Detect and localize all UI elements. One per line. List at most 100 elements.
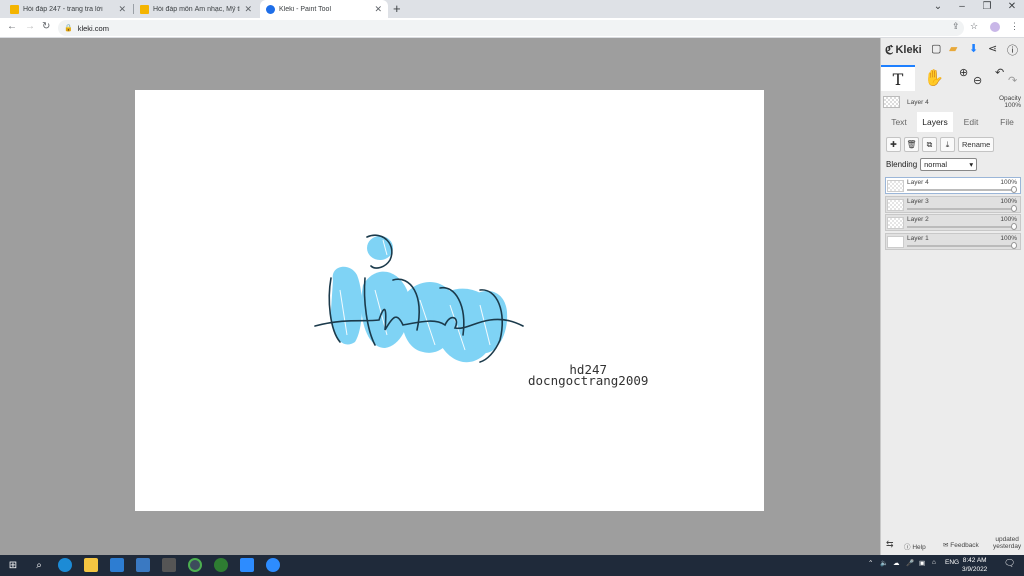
tab-edit[interactable]: Edit xyxy=(953,112,989,132)
layer-opacity-slider[interactable] xyxy=(907,223,1017,231)
close-icon[interactable]: ✕ xyxy=(118,4,126,15)
rename-layer-button[interactable]: Rename xyxy=(958,137,995,152)
layer-item[interactable]: Layer 2 100% xyxy=(885,214,1021,232)
new-tab-button[interactable]: + xyxy=(393,1,401,16)
share-icon[interactable]: ⋖ xyxy=(988,42,997,55)
opacity-value: 100% xyxy=(1004,102,1021,109)
text-tool-button[interactable]: T xyxy=(881,65,915,91)
tray-chevron-icon[interactable]: ⌃ xyxy=(868,559,873,567)
tab-kleki[interactable]: Kleki - Paint Tool ✕ xyxy=(260,0,388,18)
tab-text[interactable]: Text xyxy=(881,112,917,132)
tab-layers[interactable]: Layers xyxy=(917,112,953,132)
hoidap-favicon-icon xyxy=(140,4,149,14)
delete-layer-button[interactable]: 🗑 xyxy=(904,137,919,152)
chrome-profile-icon[interactable] xyxy=(214,558,228,572)
bookmark-star-icon[interactable]: ☆ xyxy=(970,21,978,32)
layer-item[interactable]: Layer 1 100% xyxy=(885,232,1021,250)
tab-hoidap-amnhac[interactable]: Hỏi đáp môn Âm nhạc, Mỹ thuật ✕ xyxy=(134,0,258,18)
add-layer-button[interactable]: ✚ xyxy=(886,137,901,152)
panel-tabs: Text Layers Edit File xyxy=(881,112,1024,132)
signature-line2: docngoctrang2009 xyxy=(528,373,649,388)
layer-name: Layer 2 xyxy=(907,216,929,224)
duplicate-icon: ⧉ xyxy=(926,139,933,149)
new-image-icon[interactable]: ▢ xyxy=(931,42,941,55)
open-folder-icon[interactable]: ▰ xyxy=(949,42,957,55)
redo-icon[interactable]: ↷ xyxy=(1008,74,1017,87)
minimize-icon[interactable]: – xyxy=(950,1,974,12)
layer-opacity-slider[interactable] xyxy=(907,241,1017,249)
feedback-icon: ✉ xyxy=(943,542,949,549)
file-explorer-icon[interactable] xyxy=(84,558,98,572)
menu-dots-icon[interactable]: ⋮ xyxy=(1010,21,1019,32)
notification-icon[interactable]: 🗨 xyxy=(1004,558,1015,569)
search-icon[interactable]: ⌕ xyxy=(32,558,46,572)
layer-name: Layer 3 xyxy=(907,197,929,205)
slider-knob[interactable] xyxy=(1011,223,1017,231)
slider-knob[interactable] xyxy=(1011,186,1017,193)
opacity-label: Opacity xyxy=(998,95,1021,102)
close-icon[interactable]: ✕ xyxy=(244,4,252,15)
kleki-logo-icon: ℭ xyxy=(885,43,894,57)
slider-knob[interactable] xyxy=(1011,204,1017,212)
address-bar[interactable]: 🔒 kleki.com xyxy=(58,20,964,36)
zoom-out-icon[interactable]: ⊖ xyxy=(973,74,982,87)
edge-icon[interactable] xyxy=(58,558,72,572)
chrome-icon[interactable] xyxy=(188,558,202,572)
hand-tool-button[interactable]: ✋ xyxy=(917,65,951,91)
back-icon[interactable]: ← xyxy=(7,21,17,32)
restore-icon[interactable]: ❐ xyxy=(975,1,999,12)
taskbar-clock[interactable]: 8:42 AM 3/9/2022 xyxy=(962,557,987,574)
windows-start-icon[interactable]: ⊞ xyxy=(6,558,20,572)
language-indicator[interactable]: ENG xyxy=(945,559,959,566)
feedback-label: Feedback xyxy=(950,542,979,549)
url-text: kleki.com xyxy=(77,23,109,33)
mail-icon[interactable] xyxy=(136,558,150,572)
layer-opacity-slider[interactable] xyxy=(907,204,1017,212)
layer-opacity-slider[interactable] xyxy=(907,186,1017,193)
blending-value: normal xyxy=(924,160,948,169)
tab-hoidap247[interactable]: Hỏi đáp 247 - trang tra lời ✕ xyxy=(4,0,132,18)
blending-select[interactable]: normal ▾ xyxy=(920,158,978,171)
help-label: Help xyxy=(912,544,926,551)
close-window-icon[interactable]: ✕ xyxy=(1000,1,1024,12)
layer-item[interactable]: Layer 3 100% xyxy=(885,195,1021,213)
undo-icon[interactable]: ↶ xyxy=(995,66,1004,79)
layer-item[interactable]: Layer 4 100% xyxy=(885,177,1021,194)
layer-tools: ✚ 🗑 ⧉ ⤓ Rename xyxy=(886,137,995,152)
slider-knob[interactable] xyxy=(1011,241,1017,249)
chevron-down-icon: ▾ xyxy=(969,160,974,169)
store-icon[interactable] xyxy=(110,558,124,572)
duplicate-layer-button[interactable]: ⧉ xyxy=(922,137,937,152)
tab-search-icon[interactable]: ⌄ xyxy=(926,1,950,12)
microphone-icon[interactable]: 🎤 xyxy=(906,559,914,567)
swap-side-icon[interactable]: ⇆ xyxy=(886,539,894,550)
antivirus-icon[interactable]: ▣ xyxy=(919,559,925,567)
drawing-canvas[interactable]: hd247 docngoctrang2009 xyxy=(135,90,764,511)
volume-icon[interactable]: 🔈 xyxy=(880,559,888,567)
layer-thumbnail xyxy=(887,198,904,211)
close-icon[interactable]: ✕ xyxy=(374,4,382,15)
canvas-workspace[interactable]: hd247 docngoctrang2009 xyxy=(0,38,880,555)
download-icon[interactable]: ⬇ xyxy=(969,42,978,55)
zoom-in-icon[interactable]: ⊕ xyxy=(959,66,968,79)
help-button[interactable]: ⓘ Help xyxy=(904,541,926,551)
merge-down-icon: ⤓ xyxy=(945,139,950,149)
share-icon[interactable]: ⇪ xyxy=(952,21,960,32)
network-icon[interactable]: ⌂ xyxy=(932,559,936,566)
forward-icon[interactable]: → xyxy=(25,21,35,32)
text-tool-icon: T xyxy=(892,69,904,89)
tab-title: Hỏi đáp môn Âm nhạc, Mỹ thuật xyxy=(153,5,240,13)
zoom-app-icon[interactable] xyxy=(240,558,254,572)
merge-layer-button[interactable]: ⤓ xyxy=(940,137,955,152)
zalo-icon[interactable] xyxy=(266,558,280,572)
profile-avatar[interactable] xyxy=(990,22,1000,32)
browser-toolbar: ← → ↻ 🔒 kleki.com ⇪ ☆ ⋮ xyxy=(0,18,1024,38)
panel-footer: ⇆ ⓘ Help ✉ Feedback updated yesterday xyxy=(881,535,1024,555)
reload-icon[interactable]: ↻ xyxy=(42,21,50,32)
onedrive-icon[interactable]: ☁ xyxy=(893,559,900,567)
feedback-button[interactable]: ✉ Feedback xyxy=(943,541,979,549)
camera-icon[interactable] xyxy=(162,558,176,572)
help-circle-icon[interactable]: ⓘ xyxy=(1007,42,1018,58)
tab-file[interactable]: File xyxy=(989,112,1024,132)
layer-list: Layer 4 100% Layer 3 100% Layer 2 100% L… xyxy=(885,177,1021,251)
